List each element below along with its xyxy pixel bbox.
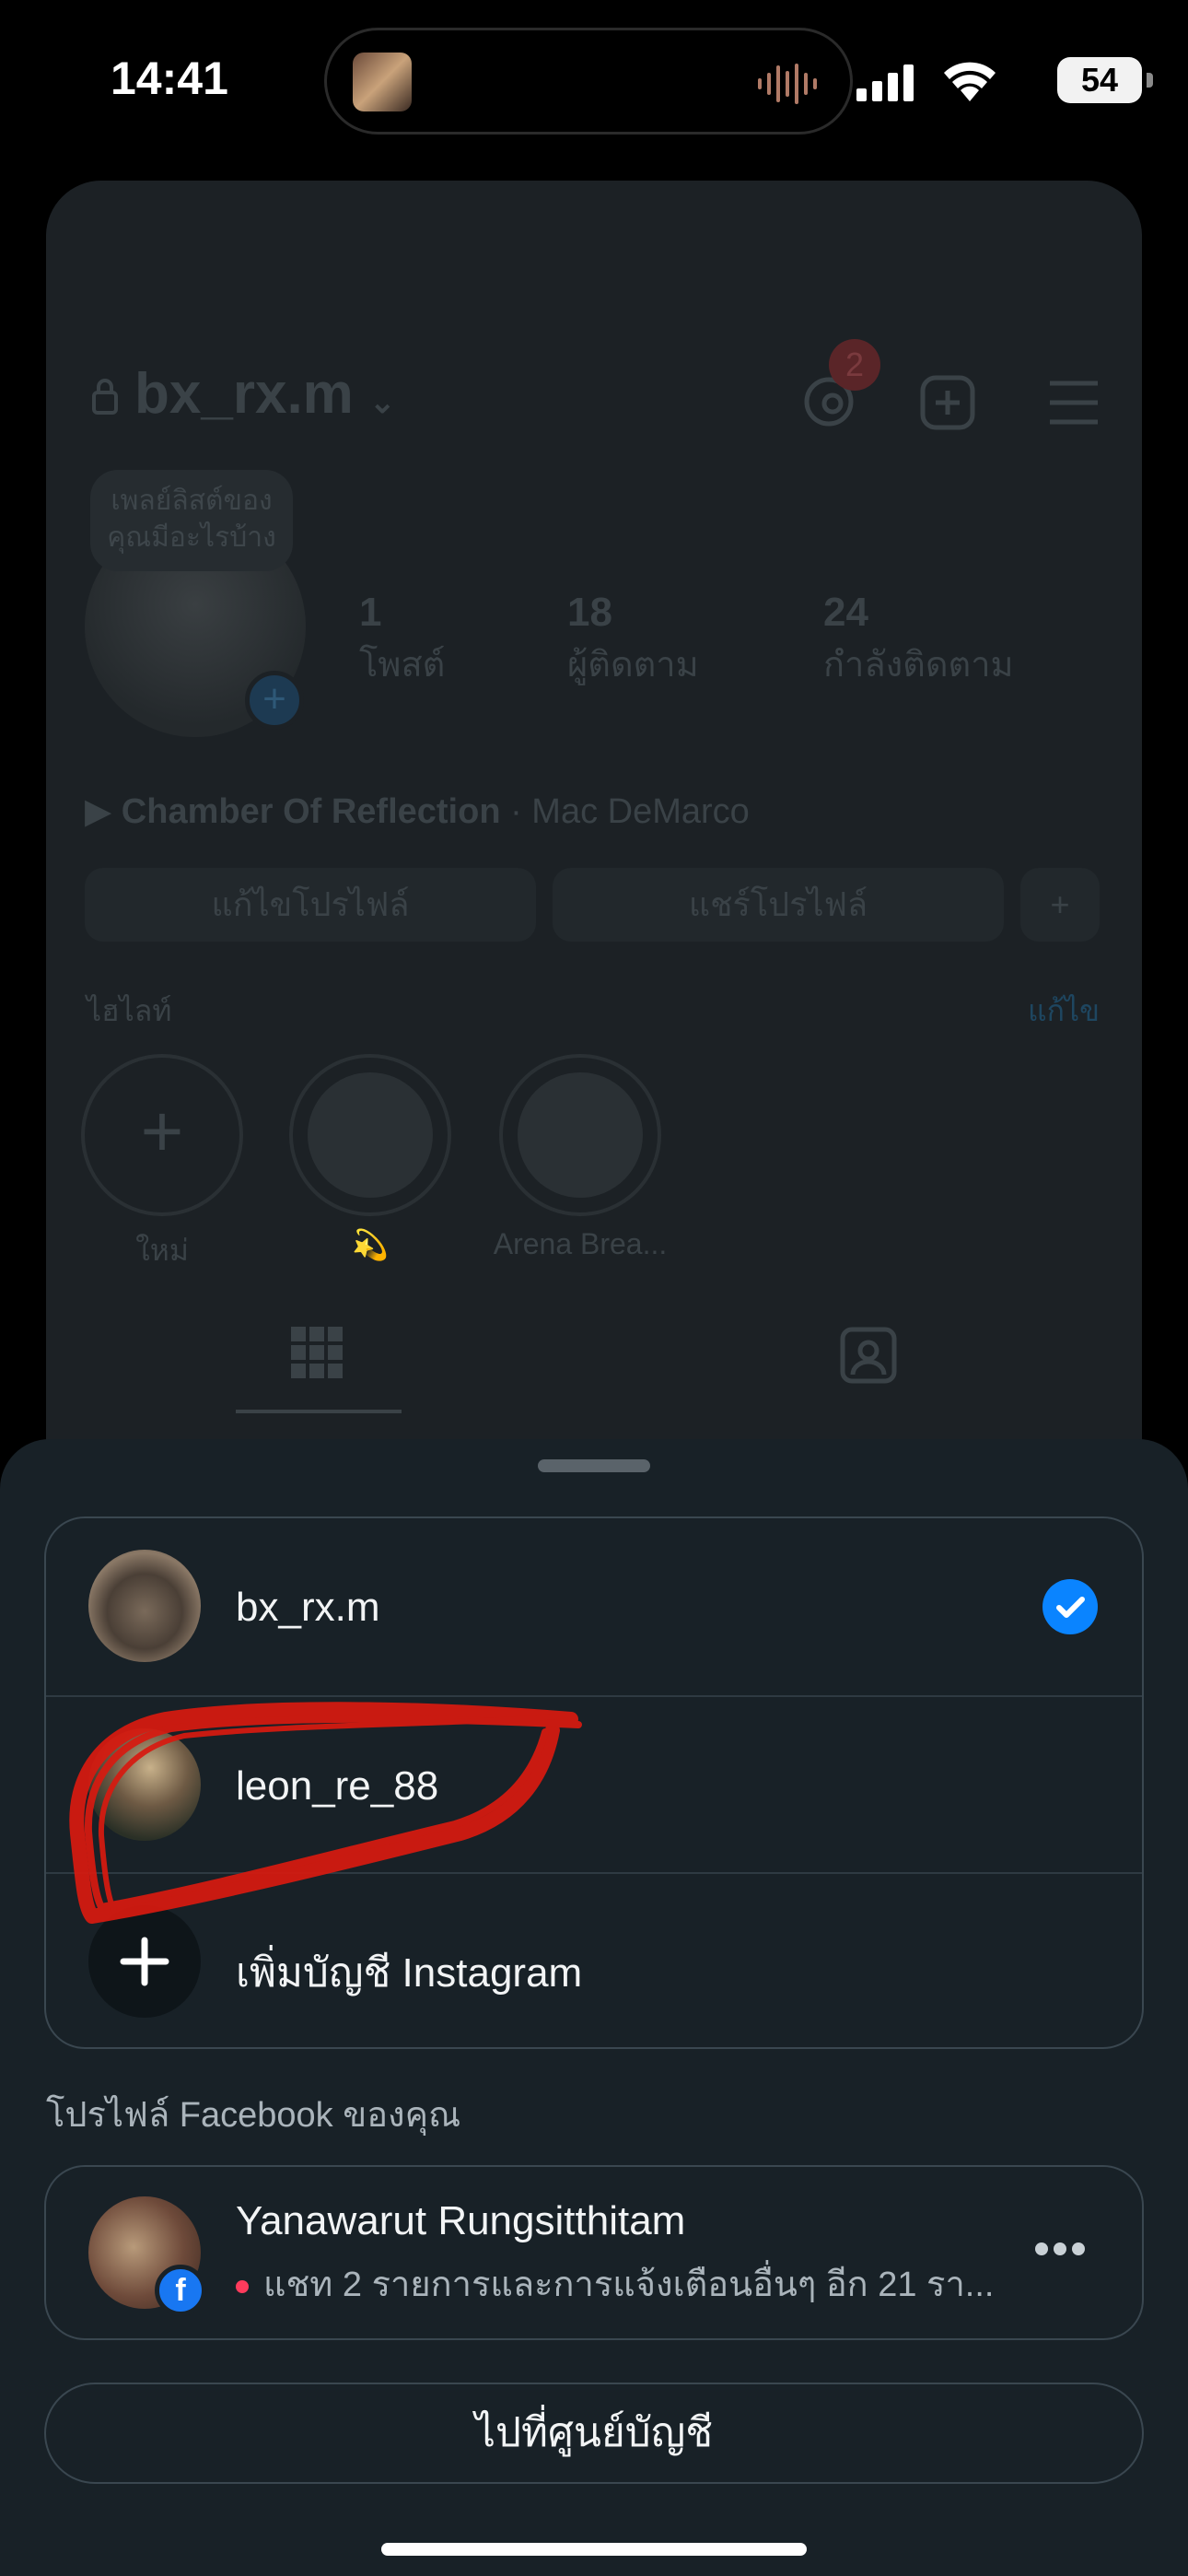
facebook-icon: f [155, 2265, 206, 2316]
account-username: leon_re_88 [236, 1763, 439, 1809]
stat-posts: 1 โพสต์ [359, 590, 446, 685]
cellular-signal-icon [856, 64, 914, 101]
profile-music: ▶ Chamber Of Reflection · Mac DeMarco [85, 792, 750, 831]
avatar [88, 1728, 201, 1841]
highlight-item [289, 1054, 451, 1216]
facebook-profile-subtitle: แชท 2 รายการและการแจ้งเตือนอื่นๆ อีก 21 … [236, 2255, 1046, 2312]
plus-icon: + [140, 1090, 184, 1172]
add-instagram-account-button[interactable]: เพิ่มบัญชี Instagram [46, 1872, 1142, 2047]
home-indicator[interactable] [381, 2543, 807, 2556]
highlight-label: Arena Brea... [493, 1227, 668, 1260]
battery-indicator: 54 [1057, 57, 1153, 103]
lock-icon [92, 379, 118, 415]
status-time: 14:41 [111, 53, 228, 104]
active-tab-indicator [236, 1410, 402, 1413]
account-switcher-sheet: bx_rx.m leon_re_88 เพิ่มบัญชี Instagram … [0, 1439, 1188, 2576]
chevron-down-icon: ⌄ [369, 385, 396, 420]
stat-followers: 18 ผู้ติดตาม [567, 590, 699, 685]
account-list: bx_rx.m leon_re_88 เพิ่มบัญชี Instagram [44, 1516, 1144, 2049]
account-username: bx_rx.m [236, 1585, 380, 1630]
facebook-section-label: โปรไฟล์ Facebook ของคุณ [46, 2096, 461, 2135]
highlights-label: ไฮไลท์ [87, 994, 172, 1027]
unread-dot-icon [236, 2279, 249, 2293]
highlight-new: + [81, 1054, 243, 1216]
account-row-leon_re_88[interactable]: leon_re_88 [46, 1695, 1142, 1874]
now-playing-artwork [353, 53, 412, 111]
threads-notification-badge: 2 [829, 339, 880, 391]
profile-note-bubble: เพลย์ลิสต์ของคุณมีอะไรบ้าง [90, 470, 293, 571]
plus-icon [88, 1905, 201, 2018]
selected-check-icon [1042, 1579, 1098, 1634]
status-icons: 54 [847, 57, 1153, 109]
accounts-center-button[interactable]: ไปที่ศูนย์บัญชี [44, 2383, 1144, 2484]
highlight-label: ใหม่ [135, 1234, 189, 1267]
highlight-label: 💫 [352, 1228, 389, 1261]
share-profile-button: แชร์โปรไฟล์ [553, 868, 1004, 942]
profile-username: bx_rx.m ⌄ [134, 362, 396, 426]
tagged-icon [840, 1327, 897, 1384]
add-story-icon: + [245, 671, 304, 730]
play-icon: ▶ [85, 792, 112, 831]
dynamic-island[interactable] [324, 28, 853, 135]
menu-icon [1050, 381, 1098, 425]
stat-following: 24 กำลังติดตาม [823, 590, 1014, 685]
audio-waveform-icon [758, 64, 817, 104]
add-account-label: เพิ่มบัญชี Instagram [236, 1950, 583, 1996]
status-bar: 14:41 54 [0, 0, 1188, 166]
facebook-profile-card[interactable]: f Yanawarut Rungsitthitam แชท 2 รายการแล… [44, 2165, 1144, 2340]
avatar [88, 1550, 201, 1662]
highlights-edit-link: แก้ไข [1028, 994, 1100, 1027]
grid-icon [291, 1327, 343, 1378]
account-row-bx_rx.m[interactable]: bx_rx.m [46, 1518, 1142, 1695]
wifi-icon [944, 62, 996, 101]
create-post-icon [920, 375, 975, 430]
facebook-profile-name: Yanawarut Rungsitthitam [236, 2198, 686, 2243]
discover-people-icon: + [1020, 868, 1100, 942]
sheet-grabber[interactable] [538, 1459, 650, 1472]
highlight-item [499, 1054, 661, 1216]
edit-profile-button: แก้ไขโปรไฟล์ [85, 868, 536, 942]
more-options-icon[interactable] [1035, 2242, 1090, 2265]
